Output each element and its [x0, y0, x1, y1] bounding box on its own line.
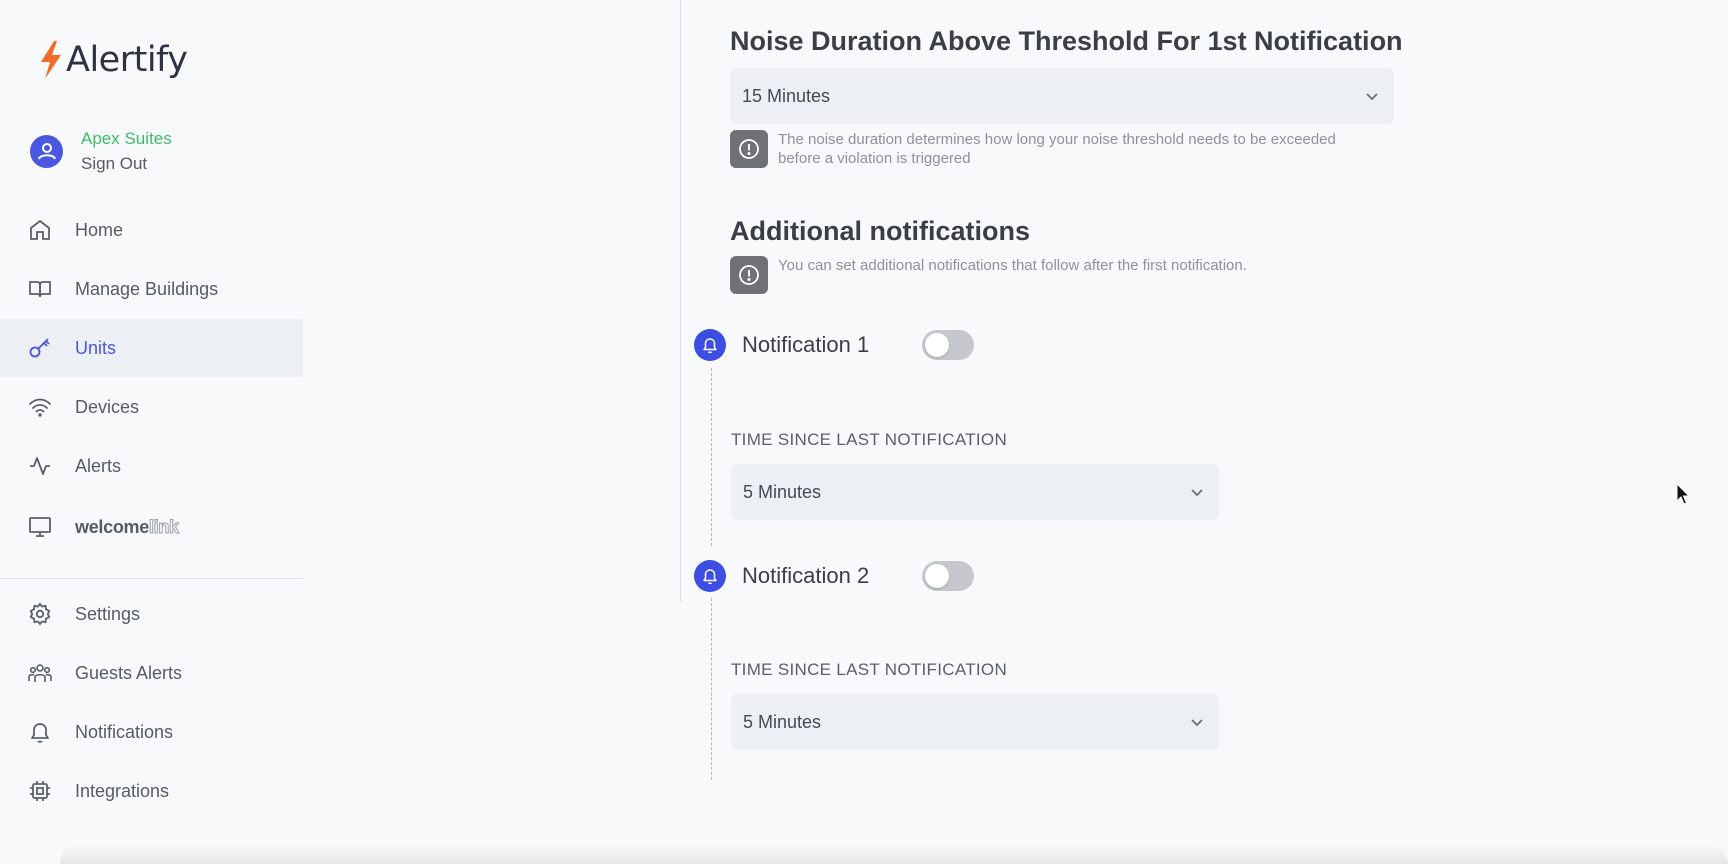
sidebar-item-label: Settings — [75, 603, 141, 624]
gear-icon — [27, 601, 53, 627]
notification-2-toggle[interactable] — [922, 561, 974, 591]
notification-2-row: Notification 2 — [694, 560, 974, 592]
sidebar-item-label: Integrations — [75, 780, 170, 801]
bell-icon — [694, 560, 726, 592]
select-value: 15 Minutes — [742, 85, 831, 106]
bell-icon — [27, 719, 53, 745]
sidebar-item-label: Manage Buildings — [75, 278, 219, 299]
bell-icon — [694, 329, 726, 361]
sidebar-item-label: Guests Alerts — [75, 662, 183, 683]
users-icon — [27, 660, 53, 686]
sidebar-item-settings[interactable]: Settings — [0, 585, 303, 643]
user-profile: Apex Suites Sign Out — [30, 126, 172, 176]
sidebar-item-welcomelink[interactable]: welcomelink — [0, 498, 303, 556]
noise-duration-title: Noise Duration Above Threshold For 1st N… — [730, 26, 1403, 56]
info-alert-icon — [730, 256, 768, 294]
book-icon — [27, 276, 53, 302]
time-since-last-label: TIME SINCE LAST NOTIFICATION — [731, 660, 1008, 679]
sidebar-item-units[interactable]: Units — [0, 319, 303, 377]
sidebar-item-integrations[interactable]: Integrations — [0, 762, 303, 820]
sidebar-item-label: Units — [75, 337, 117, 358]
lightning-bolt-icon — [41, 41, 61, 79]
welcomelink-light-text: link — [148, 516, 179, 537]
app-window: Alertify Apex Suites Sign Out Home Manag… — [0, 0, 1728, 864]
sidebar-item-label: Devices — [75, 396, 140, 417]
chip-icon — [27, 778, 53, 804]
notification-1-row: Notification 1 — [694, 329, 974, 361]
sidebar-item-label: Home — [75, 219, 124, 240]
monitor-icon — [27, 514, 53, 540]
sidebar-item-notifications[interactable]: Notifications — [0, 703, 303, 761]
nav-divider — [0, 578, 303, 579]
key-icon — [27, 335, 53, 361]
notification-2-time-select[interactable]: 5 Minutes — [731, 694, 1219, 750]
select-value: 5 Minutes — [743, 481, 822, 502]
notification-label: Notification 1 — [742, 332, 870, 357]
sidebar-item-alerts[interactable]: Alerts — [0, 437, 303, 495]
select-value: 5 Minutes — [743, 711, 822, 732]
sidebar: Alertify Apex Suites Sign Out Home Manag… — [0, 0, 303, 864]
noise-duration-info: The noise duration determines how long y… — [730, 130, 1338, 168]
notification-1-time-select[interactable]: 5 Minutes — [731, 464, 1219, 520]
info-text: You can set additional notifications tha… — [778, 257, 1247, 274]
notification-label: Notification 2 — [742, 563, 870, 588]
sidebar-item-label: Notifications — [75, 721, 174, 742]
brand-name: Alertify — [66, 40, 188, 80]
chevron-down-icon — [1191, 489, 1203, 497]
sidebar-item-label: Alerts — [75, 455, 122, 476]
notification-1-toggle[interactable] — [922, 330, 974, 360]
home-icon — [27, 217, 53, 243]
additional-notifications-info: You can set additional notifications tha… — [730, 256, 1398, 294]
toggle-knob — [925, 564, 949, 588]
bottom-edge-shadow — [60, 844, 1728, 864]
time-since-last-label: TIME SINCE LAST NOTIFICATION — [731, 430, 1008, 449]
additional-notifications-title: Additional notifications — [730, 216, 1030, 246]
activity-icon — [27, 453, 53, 479]
chevron-down-icon — [1366, 93, 1378, 101]
sidebar-item-devices[interactable]: Devices — [0, 378, 303, 436]
sign-out-link[interactable]: Sign Out — [81, 151, 172, 176]
sidebar-item-guests-alerts[interactable]: Guests Alerts — [0, 644, 303, 702]
noise-duration-select[interactable]: 15 Minutes — [730, 68, 1394, 124]
info-text: The noise duration determines how long y… — [778, 131, 1336, 167]
content-divider — [680, 0, 681, 602]
timeline-connector — [711, 598, 712, 780]
welcomelink-dark-text: welcome — [75, 516, 149, 537]
welcomelink-logo: welcomelink — [75, 516, 180, 538]
user-name: Apex Suites — [81, 129, 172, 148]
info-alert-icon — [730, 130, 768, 168]
sidebar-item-manage-buildings[interactable]: Manage Buildings — [0, 260, 303, 318]
user-avatar-icon[interactable] — [30, 134, 63, 168]
sidebar-item-home[interactable]: Home — [0, 201, 303, 259]
brand-logo[interactable]: Alertify — [38, 40, 188, 80]
wifi-icon — [27, 394, 53, 420]
chevron-down-icon — [1191, 719, 1203, 727]
toggle-knob — [925, 333, 949, 357]
timeline-connector — [711, 368, 712, 546]
user-info: Apex Suites Sign Out — [81, 126, 172, 176]
mouse-cursor-icon — [1676, 483, 1691, 505]
